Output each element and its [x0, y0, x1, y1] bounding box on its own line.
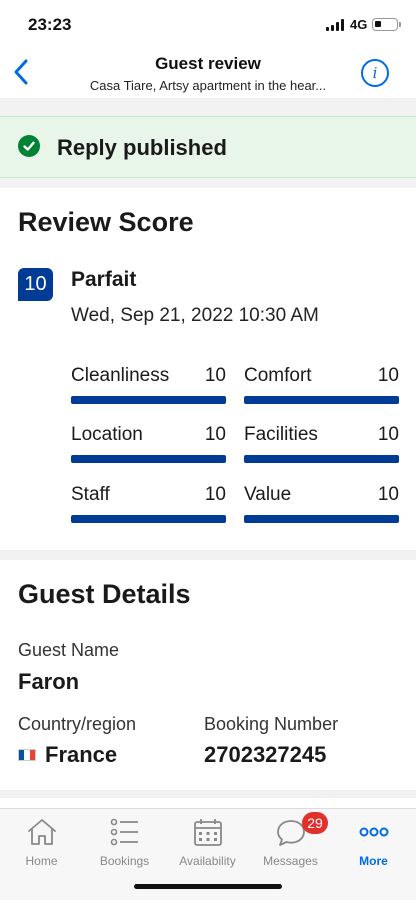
guest-name-label: Guest Name — [18, 640, 120, 660]
chevron-left-icon — [14, 59, 28, 85]
category-score: 10 — [204, 424, 226, 445]
home-indicator — [134, 884, 282, 889]
review-score-card: Review Score 10 Parfait Wed, Sep 21, 202… — [0, 188, 416, 550]
tab-label: Availability — [179, 854, 236, 868]
info-icon: i — [372, 64, 378, 82]
category-location: Location 10 — [71, 424, 226, 472]
signal-icon — [326, 19, 346, 31]
messages-count-badge: 29 — [302, 812, 328, 834]
reply-published-banner: Reply published — [0, 116, 416, 178]
battery-icon — [372, 18, 398, 31]
status-time: 23:23 — [28, 15, 72, 34]
next-card-edge — [0, 798, 416, 808]
category-label: Location — [71, 424, 143, 445]
page-title: Guest review — [155, 54, 261, 73]
score-badge: 10 — [18, 268, 53, 301]
home-icon — [28, 819, 56, 845]
category-value: Value 10 — [244, 484, 399, 532]
calendar-icon — [194, 819, 222, 846]
guest-name: Faron — [18, 669, 80, 694]
tab-label: Home — [25, 854, 58, 868]
tab-label: Bookings — [99, 854, 150, 868]
category-facilities: Facilities 10 — [244, 424, 399, 472]
category-label: Facilities — [244, 424, 318, 445]
category-bar — [244, 396, 399, 404]
property-name: Casa Tiare, Artsy apartment in the hear.… — [89, 78, 327, 93]
more-dots-icon — [359, 827, 389, 837]
country-label: Country/region — [18, 714, 137, 734]
status-bar: 23:23 4G — [0, 0, 416, 48]
category-bar — [71, 455, 226, 463]
category-score: 10 — [204, 484, 226, 505]
bottom-tab-bar: Home Bookings Availability Messages 29 M… — [0, 808, 416, 900]
category-label: Cleanliness — [71, 365, 170, 386]
review-score-title: Review Score — [18, 207, 194, 237]
tab-home[interactable]: Home — [0, 815, 83, 868]
booking-number[interactable]: 2702327245 — [204, 742, 326, 768]
booking-number-label: Booking Number — [204, 714, 339, 734]
tab-more[interactable]: More — [332, 815, 415, 868]
guest-details-card: Guest Details Guest Name Faron Country/r… — [0, 560, 416, 790]
tab-bookings[interactable]: Bookings — [83, 815, 166, 868]
review-date: Wed, Sep 21, 2022 10:30 AM — [71, 305, 319, 326]
rating-word: Parfait — [71, 268, 137, 291]
category-bar — [71, 396, 226, 404]
info-button[interactable]: i — [361, 59, 389, 87]
category-cleanliness: Cleanliness 10 — [71, 365, 226, 413]
guest-details-title: Guest Details — [18, 579, 191, 609]
tab-label: Messages — [263, 854, 318, 868]
country-value: France — [45, 742, 118, 767]
category-score: 10 — [377, 365, 399, 386]
category-bar — [71, 515, 226, 523]
category-staff: Staff 10 — [71, 484, 226, 532]
banner-text: Reply published — [57, 135, 227, 160]
france-flag-icon — [18, 749, 36, 761]
tab-label: More — [359, 854, 388, 868]
nav-header: Guest review Casa Tiare, Artsy apartment… — [0, 48, 416, 98]
category-label: Value — [244, 484, 292, 505]
back-button[interactable] — [6, 54, 36, 90]
category-comfort: Comfort 10 — [244, 365, 399, 413]
category-bar — [244, 515, 399, 523]
category-score: 10 — [377, 484, 399, 505]
category-bar — [244, 455, 399, 463]
category-score: 10 — [204, 365, 226, 386]
tab-availability[interactable]: Availability — [166, 815, 249, 868]
check-circle-icon — [18, 135, 40, 157]
category-score: 10 — [377, 424, 399, 445]
category-label: Comfort — [244, 365, 312, 386]
category-label: Staff — [71, 484, 110, 505]
list-icon — [110, 818, 138, 846]
network-label: 4G — [350, 17, 368, 32]
